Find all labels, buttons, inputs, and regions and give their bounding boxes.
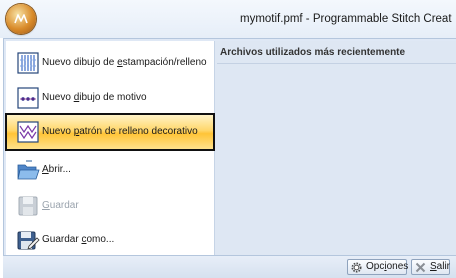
gear-icon xyxy=(351,262,362,273)
window-title: mymotif.pmf - Programmable Stitch Creat xyxy=(240,13,452,25)
exit-button-label: Salir xyxy=(430,261,451,272)
app-logo-icon xyxy=(14,14,28,24)
menu-item-label: Nuevo patrón de relleno decorativo xyxy=(42,126,198,137)
save-icon xyxy=(18,196,38,216)
open-folder-icon xyxy=(17,160,40,180)
menu-item-label: Nuevo dibujo de motivo xyxy=(42,92,147,103)
menu-item-label: Guardar xyxy=(42,200,79,211)
application-menu-button[interactable] xyxy=(6,4,36,34)
menu-item-label: Guardar como... xyxy=(42,234,115,245)
recent-files-divider xyxy=(217,63,456,64)
menu-item-label: Nuevo dibujo de estampación/relleno xyxy=(42,57,207,68)
motif-icon xyxy=(17,87,39,109)
options-button[interactable]: Opciones xyxy=(347,259,409,275)
decorative-fill-icon xyxy=(17,121,39,143)
options-button-label: Opciones xyxy=(366,261,409,272)
menu-item-label: Abrir... xyxy=(42,164,71,175)
save-as-icon xyxy=(17,231,40,250)
close-x-icon xyxy=(415,262,426,273)
exit-button[interactable]: Salir xyxy=(411,259,450,275)
menu-item-new-stamp-fill[interactable]: Nuevo dibujo de estampación/relleno xyxy=(6,45,214,81)
title-bar: mymotif.pmf - Programmable Stitch Creat xyxy=(0,0,456,38)
menu-item-new-decorative-fill[interactable]: Nuevo patrón de relleno decorativo xyxy=(5,113,215,151)
recent-files-pane xyxy=(215,41,456,255)
menu-item-save[interactable]: Guardar xyxy=(6,188,214,224)
recent-files-header: Archivos utilizados más recientemente xyxy=(220,47,406,58)
menu-item-save-as[interactable]: Guardar como... xyxy=(6,222,214,258)
menu-item-open[interactable]: Abrir... xyxy=(6,152,214,188)
menu-item-new-motif[interactable]: Nuevo dibujo de motivo xyxy=(6,80,214,116)
stamp-fill-icon xyxy=(17,52,39,74)
